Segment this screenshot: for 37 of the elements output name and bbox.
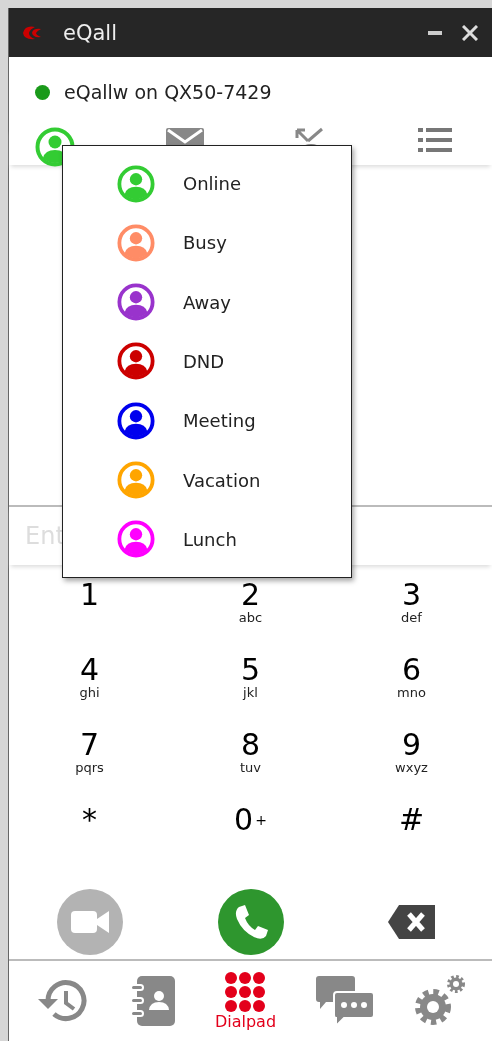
- contacts-tab[interactable]: [129, 975, 178, 1027]
- address-book-icon: [129, 975, 178, 1027]
- dial-key[interactable]: *: [54, 804, 125, 866]
- person-icon[interactable]: [117, 401, 155, 440]
- menu-button[interactable]: [417, 127, 452, 153]
- dial-key[interactable]: 9 wxyz: [376, 729, 447, 791]
- menu-item[interactable]: Vacation: [63, 450, 351, 510]
- dial-key[interactable]: 4 ghi: [54, 654, 125, 716]
- close-button[interactable]: [462, 24, 478, 41]
- dial-key[interactable]: 2 abc: [215, 579, 286, 641]
- dialpad-icon: [224, 971, 267, 1012]
- dial-key[interactable]: #: [376, 804, 447, 866]
- window-title: eQall: [63, 20, 118, 45]
- person-icon[interactable]: [117, 283, 155, 322]
- account-label: eQallw on QX50-7429: [64, 81, 272, 103]
- chat-tab[interactable]: [313, 975, 376, 1027]
- menu-item[interactable]: Lunch: [63, 509, 351, 569]
- dial-key[interactable]: 5 jkl: [215, 654, 286, 716]
- list-icon: [417, 127, 452, 153]
- menu-item[interactable]: Busy: [63, 213, 351, 273]
- dial-key[interactable]: 6 mno: [376, 654, 447, 716]
- dial-key[interactable]: 7 pqrs: [54, 729, 125, 791]
- menu-item[interactable]: Meeting: [63, 391, 351, 451]
- menu-item[interactable]: Away: [63, 272, 351, 332]
- person-icon[interactable]: [117, 342, 155, 381]
- menu-item[interactable]: Online: [63, 154, 351, 214]
- chat-icon: [313, 975, 376, 1027]
- dial-key[interactable]: 8 tuv: [215, 729, 286, 791]
- menu-item[interactable]: DND: [63, 331, 351, 392]
- dial-key[interactable]: 3 def: [376, 579, 447, 641]
- backspace-button[interactable]: [386, 903, 437, 941]
- minimize-button[interactable]: [428, 30, 442, 35]
- call-button[interactable]: [217, 889, 284, 955]
- app-logo-icon: [21, 24, 43, 41]
- dial-key[interactable]: 0+: [215, 804, 286, 866]
- dial-key[interactable]: 1: [54, 579, 125, 641]
- dialpad-tab[interactable]: Dialpad: [214, 971, 277, 1031]
